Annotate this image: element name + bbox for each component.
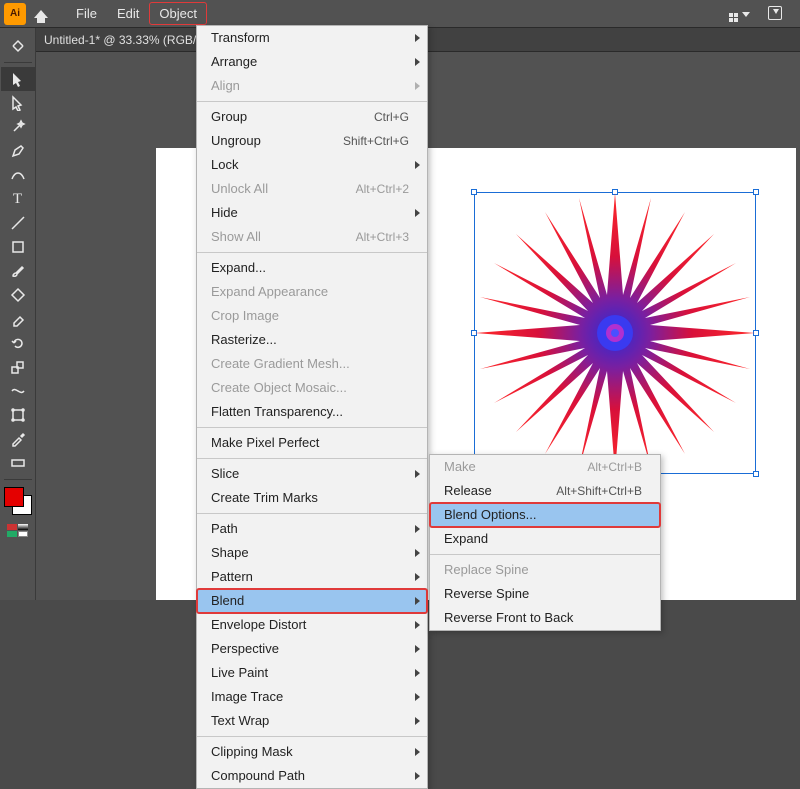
eyedropper-tool-icon[interactable] xyxy=(1,427,35,451)
menu-file[interactable]: File xyxy=(66,2,107,25)
toolbox-tab-icon[interactable] xyxy=(1,34,35,58)
mi-live-paint[interactable]: Live Paint xyxy=(197,661,427,685)
mi-blend-expand[interactable]: Expand xyxy=(430,527,660,551)
mi-blend-make: MakeAlt+Ctrl+B xyxy=(430,455,660,479)
mi-replace-spine: Replace Spine xyxy=(430,558,660,582)
gradient-tool-icon[interactable] xyxy=(1,451,35,475)
mi-arrange[interactable]: Arrange xyxy=(197,50,427,74)
color-mode-icons[interactable] xyxy=(7,524,28,537)
mi-transform[interactable]: Transform xyxy=(197,26,427,50)
blend-submenu: MakeAlt+Ctrl+B ReleaseAlt+Shift+Ctrl+B B… xyxy=(429,454,661,631)
mi-pattern[interactable]: Pattern xyxy=(197,565,427,589)
mi-perspective[interactable]: Perspective xyxy=(197,637,427,661)
mi-blend-options[interactable]: Blend Options... xyxy=(430,503,660,527)
scale-tool-icon[interactable] xyxy=(1,355,35,379)
free-transform-tool-icon[interactable] xyxy=(1,403,35,427)
menubar: Ai File Edit Object xyxy=(0,0,800,28)
mi-crop-image: Crop Image xyxy=(197,304,427,328)
mi-blend[interactable]: Blend xyxy=(197,589,427,613)
mi-trim-marks[interactable]: Create Trim Marks xyxy=(197,486,427,510)
mi-reverse-spine[interactable]: Reverse Spine xyxy=(430,582,660,606)
direct-selection-tool-icon[interactable] xyxy=(1,91,35,115)
width-tool-icon[interactable] xyxy=(1,379,35,403)
mi-gradient-mesh: Create Gradient Mesh... xyxy=(197,352,427,376)
mi-pixel-perfect[interactable]: Make Pixel Perfect xyxy=(197,431,427,455)
mi-compound-path[interactable]: Compound Path xyxy=(197,764,427,788)
menu-edit[interactable]: Edit xyxy=(107,2,149,25)
curvature-tool-icon[interactable] xyxy=(1,163,35,187)
paintbrush-tool-icon[interactable] xyxy=(1,259,35,283)
shaper-tool-icon[interactable] xyxy=(1,283,35,307)
mi-expand[interactable]: Expand... xyxy=(197,256,427,280)
layout-icon[interactable] xyxy=(729,4,750,22)
mi-clipping-mask[interactable]: Clipping Mask xyxy=(197,740,427,764)
pen-tool-icon[interactable] xyxy=(1,139,35,163)
mi-path[interactable]: Path xyxy=(197,517,427,541)
mi-reverse-front-back[interactable]: Reverse Front to Back xyxy=(430,606,660,630)
mi-lock[interactable]: Lock xyxy=(197,153,427,177)
artwork-star[interactable] xyxy=(475,193,755,473)
export-icon[interactable] xyxy=(768,6,782,20)
mi-hide[interactable]: Hide xyxy=(197,201,427,225)
magic-wand-tool-icon[interactable] xyxy=(1,115,35,139)
home-icon[interactable] xyxy=(34,10,48,18)
mi-unlock-all: Unlock AllAlt+Ctrl+2 xyxy=(197,177,427,201)
mi-expand-appearance: Expand Appearance xyxy=(197,280,427,304)
menu-object[interactable]: Object xyxy=(149,2,207,25)
mi-flatten[interactable]: Flatten Transparency... xyxy=(197,400,427,424)
toolbox: T xyxy=(0,28,36,600)
mi-envelope[interactable]: Envelope Distort xyxy=(197,613,427,637)
mi-ungroup[interactable]: UngroupShift+Ctrl+G xyxy=(197,129,427,153)
mi-blend-release[interactable]: ReleaseAlt+Shift+Ctrl+B xyxy=(430,479,660,503)
mi-shape[interactable]: Shape xyxy=(197,541,427,565)
mi-group[interactable]: GroupCtrl+G xyxy=(197,105,427,129)
shape-tool-icon[interactable] xyxy=(1,235,35,259)
mi-object-mosaic: Create Object Mosaic... xyxy=(197,376,427,400)
selection-tool-icon[interactable] xyxy=(1,67,35,91)
mi-image-trace[interactable]: Image Trace xyxy=(197,685,427,709)
rotate-tool-icon[interactable] xyxy=(1,331,35,355)
line-tool-icon[interactable] xyxy=(1,211,35,235)
fill-stroke-swatch[interactable] xyxy=(1,484,35,518)
mi-align: Align xyxy=(197,74,427,98)
app-badge: Ai xyxy=(4,3,26,25)
eraser-tool-icon[interactable] xyxy=(1,307,35,331)
mi-text-wrap[interactable]: Text Wrap xyxy=(197,709,427,733)
object-menu: Transform Arrange Align GroupCtrl+G Ungr… xyxy=(196,25,428,789)
mi-slice[interactable]: Slice xyxy=(197,462,427,486)
mi-show-all: Show AllAlt+Ctrl+3 xyxy=(197,225,427,249)
type-tool-icon[interactable]: T xyxy=(1,187,35,211)
mi-rasterize[interactable]: Rasterize... xyxy=(197,328,427,352)
